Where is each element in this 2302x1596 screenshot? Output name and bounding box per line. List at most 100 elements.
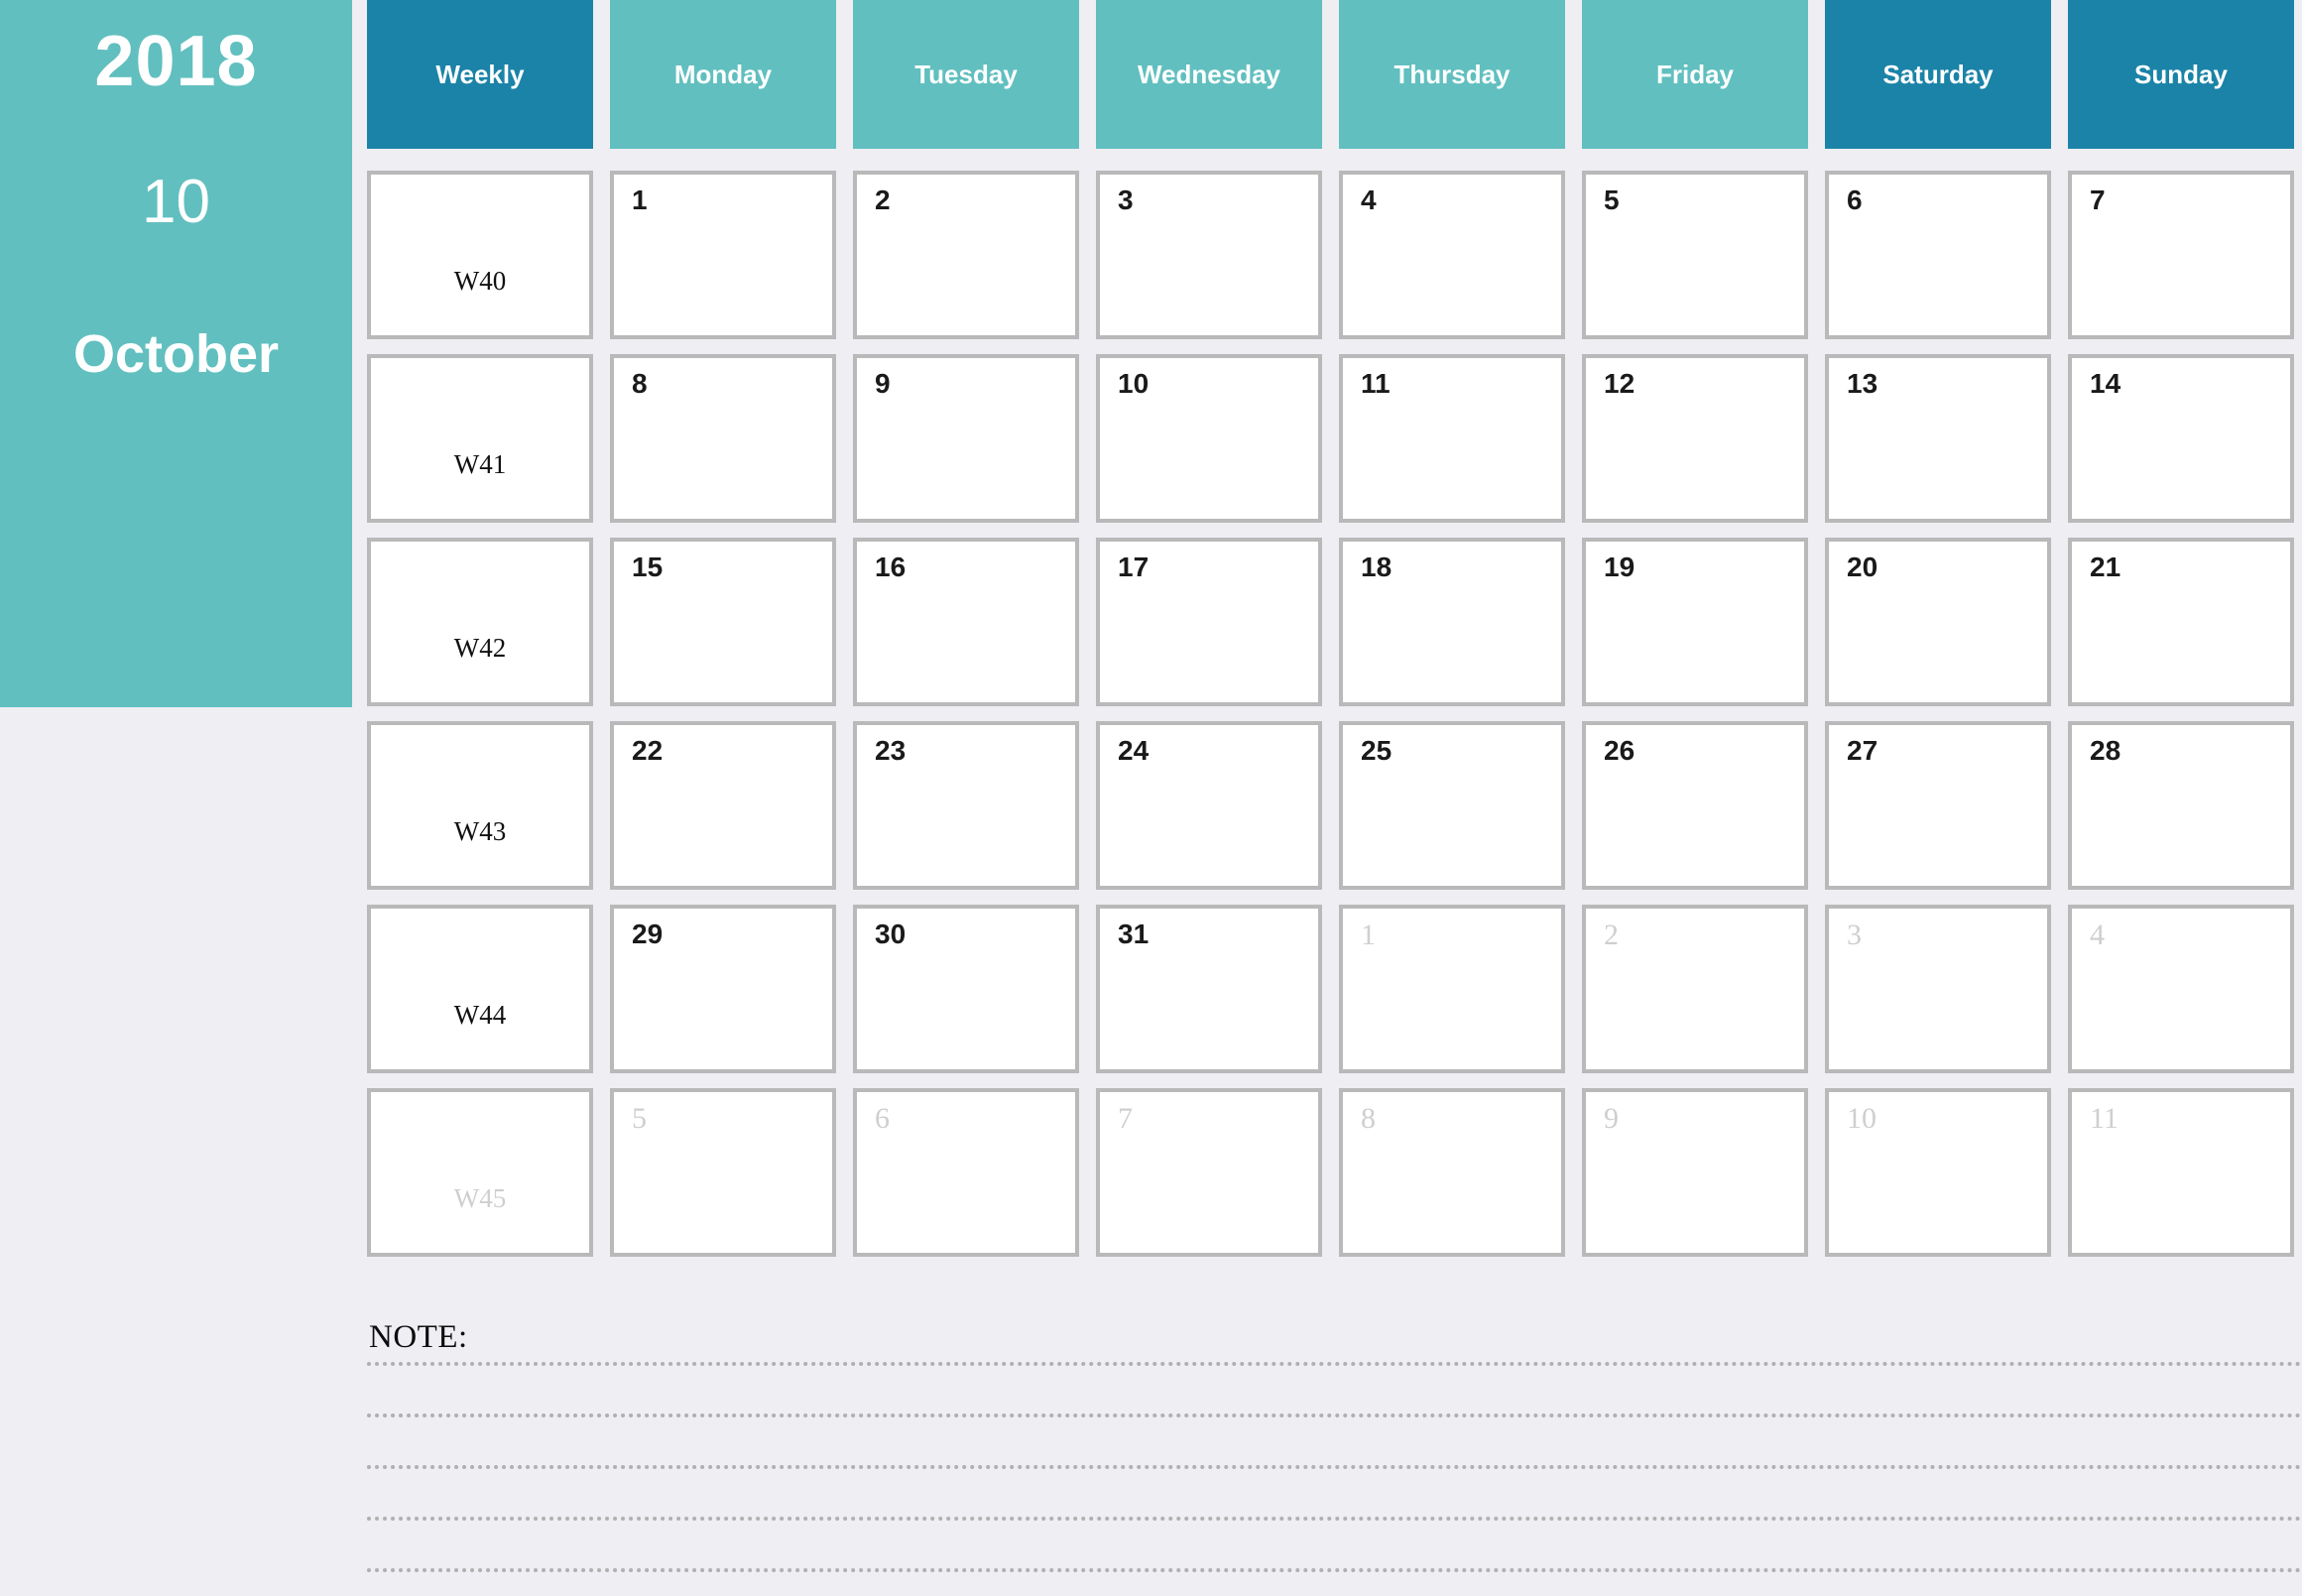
day-cell[interactable]: 30 bbox=[853, 905, 1096, 1088]
day-cell[interactable]: 3 bbox=[1096, 171, 1339, 354]
day-cell[interactable]: 19 bbox=[1582, 538, 1825, 721]
day-cell[interactable]: 3 bbox=[1825, 905, 2068, 1088]
day-cell-box: 3 bbox=[1096, 171, 1322, 339]
day-cell[interactable]: 14 bbox=[2068, 354, 2302, 538]
week-number-cell[interactable]: W42 bbox=[367, 538, 610, 721]
day-number-label: 7 bbox=[1118, 1102, 1133, 1135]
day-cell-box: 10 bbox=[1825, 1088, 2051, 1257]
day-cell-box: 5 bbox=[610, 1088, 836, 1257]
day-number-label: 28 bbox=[2090, 735, 2121, 766]
day-cell[interactable]: 11 bbox=[1339, 354, 1582, 538]
day-cell[interactable]: 22 bbox=[610, 721, 853, 905]
week-number-cell[interactable]: W41 bbox=[367, 354, 610, 538]
day-cell[interactable]: 15 bbox=[610, 538, 853, 721]
day-cell[interactable]: 9 bbox=[1582, 1088, 1825, 1272]
day-cell-box: 12 bbox=[1582, 354, 1808, 523]
day-cell[interactable]: 6 bbox=[1825, 171, 2068, 354]
day-cell[interactable]: 5 bbox=[610, 1088, 853, 1272]
day-cell[interactable]: 12 bbox=[1582, 354, 1825, 538]
day-number-label: 21 bbox=[2090, 552, 2121, 582]
day-cell-box: 27 bbox=[1825, 721, 2051, 890]
column-header-thursday: Thursday bbox=[1339, 0, 1582, 149]
day-cell[interactable]: 31 bbox=[1096, 905, 1339, 1088]
note-line[interactable] bbox=[367, 1413, 2302, 1417]
day-cell[interactable]: 18 bbox=[1339, 538, 1582, 721]
day-cell[interactable]: 9 bbox=[853, 354, 1096, 538]
day-cell-box: 1 bbox=[1339, 905, 1565, 1073]
column-header-friday: Friday bbox=[1582, 0, 1825, 149]
day-cell[interactable]: 8 bbox=[610, 354, 853, 538]
day-cell[interactable]: 11 bbox=[2068, 1088, 2302, 1272]
day-cell-box: 9 bbox=[1582, 1088, 1808, 1257]
day-cell[interactable]: 6 bbox=[853, 1088, 1096, 1272]
week-number-cell[interactable]: W40 bbox=[367, 171, 610, 354]
column-header-wednesday: Wednesday bbox=[1096, 0, 1339, 149]
day-cell[interactable]: 29 bbox=[610, 905, 853, 1088]
day-cell-box: 18 bbox=[1339, 538, 1565, 706]
note-line[interactable] bbox=[367, 1517, 2302, 1521]
column-header-monday: Monday bbox=[610, 0, 853, 149]
day-cell-box: 10 bbox=[1096, 354, 1322, 523]
day-cell[interactable]: 21 bbox=[2068, 538, 2302, 721]
column-header-label: Monday bbox=[610, 0, 836, 149]
day-number-label: 5 bbox=[1604, 184, 1620, 215]
week-cell-box: W42 bbox=[367, 538, 593, 706]
day-number-label: 27 bbox=[1847, 735, 1878, 766]
day-cell[interactable]: 2 bbox=[1582, 905, 1825, 1088]
note-line[interactable] bbox=[367, 1568, 2302, 1572]
day-cell[interactable]: 17 bbox=[1096, 538, 1339, 721]
week-number-cell[interactable]: W44 bbox=[367, 905, 610, 1088]
day-cell[interactable]: 7 bbox=[2068, 171, 2302, 354]
day-cell[interactable]: 23 bbox=[853, 721, 1096, 905]
week-cell-box: W43 bbox=[367, 721, 593, 890]
day-cell[interactable]: 5 bbox=[1582, 171, 1825, 354]
day-cell[interactable]: 8 bbox=[1339, 1088, 1582, 1272]
day-cell-box: 29 bbox=[610, 905, 836, 1073]
day-cell-box: 23 bbox=[853, 721, 1079, 890]
day-cell[interactable]: 7 bbox=[1096, 1088, 1339, 1272]
day-cell[interactable]: 13 bbox=[1825, 354, 2068, 538]
day-cell[interactable]: 1 bbox=[1339, 905, 1582, 1088]
day-cell[interactable]: 27 bbox=[1825, 721, 2068, 905]
day-cell-box: 2 bbox=[1582, 905, 1808, 1073]
column-header-label: Weekly bbox=[367, 0, 593, 149]
day-cell[interactable]: 26 bbox=[1582, 721, 1825, 905]
note-label: NOTE: bbox=[369, 1319, 468, 1355]
day-number-label: 25 bbox=[1361, 735, 1393, 766]
week-number-cell[interactable]: W43 bbox=[367, 721, 610, 905]
day-cell[interactable]: 28 bbox=[2068, 721, 2302, 905]
month-name-label: October bbox=[72, 324, 280, 384]
day-cell-box: 6 bbox=[853, 1088, 1079, 1257]
day-cell[interactable]: 25 bbox=[1339, 721, 1582, 905]
note-line[interactable] bbox=[367, 1362, 2302, 1366]
day-cell[interactable]: 24 bbox=[1096, 721, 1339, 905]
day-cell[interactable]: 4 bbox=[2068, 905, 2302, 1088]
day-cell-box: 14 bbox=[2068, 354, 2294, 523]
day-cell-box: 8 bbox=[610, 354, 836, 523]
day-cell[interactable]: 2 bbox=[853, 171, 1096, 354]
day-cell-box: 15 bbox=[610, 538, 836, 706]
day-number-label: 10 bbox=[1118, 368, 1150, 399]
day-number-label: 10 bbox=[1847, 1102, 1877, 1135]
day-cell[interactable]: 10 bbox=[1825, 1088, 2068, 1272]
week-number-label: W43 bbox=[453, 816, 507, 846]
day-number-label: 20 bbox=[1847, 552, 1878, 582]
day-cell-box: 4 bbox=[2068, 905, 2294, 1073]
calendar-week-row: W44 29 30 31 1 2 3 4 bbox=[367, 905, 2302, 1088]
day-cell[interactable]: 20 bbox=[1825, 538, 2068, 721]
day-cell-box: 16 bbox=[853, 538, 1079, 706]
column-header-weekly: Weekly bbox=[367, 0, 610, 149]
week-number-label: W41 bbox=[453, 449, 507, 479]
week-number-cell[interactable]: W45 bbox=[367, 1088, 610, 1272]
day-number-label: 6 bbox=[1847, 184, 1863, 215]
day-number-label: 2 bbox=[875, 184, 891, 215]
day-number-label: 4 bbox=[1361, 184, 1377, 215]
day-cell[interactable]: 4 bbox=[1339, 171, 1582, 354]
day-cell[interactable]: 1 bbox=[610, 171, 853, 354]
day-cell[interactable]: 16 bbox=[853, 538, 1096, 721]
column-header-label: Wednesday bbox=[1096, 0, 1322, 149]
note-line[interactable] bbox=[367, 1465, 2302, 1469]
day-cell[interactable]: 10 bbox=[1096, 354, 1339, 538]
day-cell-box: 21 bbox=[2068, 538, 2294, 706]
day-number-label: 29 bbox=[632, 919, 664, 949]
